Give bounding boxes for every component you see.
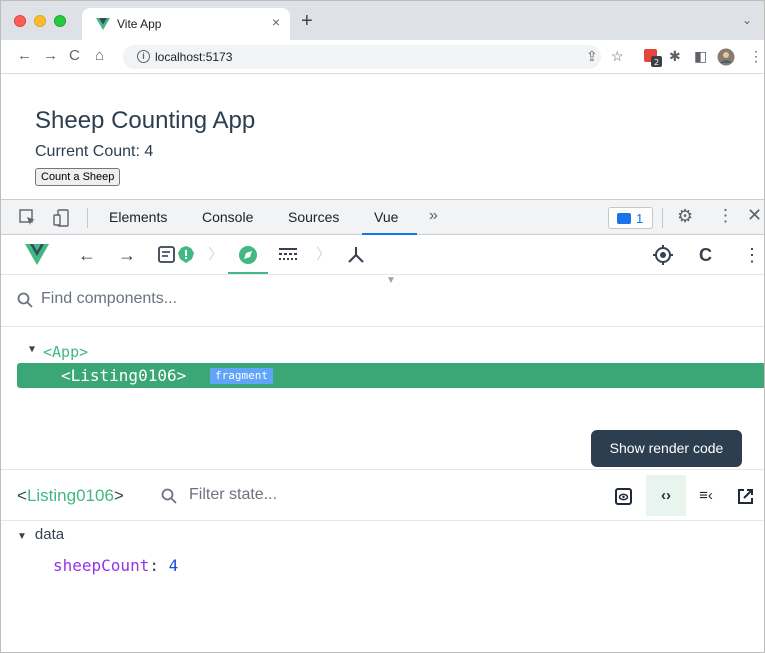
tab-strip: Vite App × + ⌄ xyxy=(1,1,764,40)
close-tab-icon[interactable]: × xyxy=(272,14,280,30)
tab-console[interactable]: Console xyxy=(202,209,253,225)
devtools-menu-icon[interactable]: ⋮ xyxy=(717,206,734,226)
tree-node-label: <App> xyxy=(43,343,89,361)
search-icon xyxy=(17,292,33,308)
extension-badge-icon[interactable]: 2 xyxy=(644,49,662,67)
refresh-icon[interactable]: C xyxy=(699,245,712,265)
breadcrumb-chevron-icon: 〉 xyxy=(316,246,332,263)
timeline-icon[interactable] xyxy=(278,246,298,264)
tab-search-chevron-icon[interactable]: ⌄ xyxy=(742,13,752,27)
forward-arrow-icon[interactable]: → xyxy=(43,47,58,65)
render-code-tooltip: Show render code xyxy=(591,430,742,467)
more-options-icon[interactable]: ⋮ xyxy=(743,245,761,265)
expand-arrow-icon[interactable]: ▼ xyxy=(29,344,35,355)
state-field-value[interactable]: 4 xyxy=(169,556,179,575)
more-tabs-chevron-icon[interactable]: » xyxy=(429,207,438,225)
vue-devtools-toolbar: ← → 〉 〉 C ⋮ xyxy=(1,235,764,275)
home-icon[interactable]: ⌂ xyxy=(95,47,104,65)
tab-title: Vite App xyxy=(117,17,162,31)
tree-node-app[interactable]: ▼ <App> xyxy=(29,343,88,361)
extensions-puzzle-icon[interactable]: ✱ xyxy=(669,48,681,64)
search-icon xyxy=(161,488,177,504)
open-in-editor-icon[interactable] xyxy=(737,488,754,505)
url-text: localhost:5173 xyxy=(155,50,233,64)
inspect-element-icon[interactable] xyxy=(19,209,37,227)
scroll-to-component-icon[interactable] xyxy=(615,488,632,505)
message-count: 1 xyxy=(636,211,644,226)
tree-node-label: <Listing0106> xyxy=(61,366,187,385)
close-devtools-icon[interactable]: ✕ xyxy=(747,205,762,226)
maximize-window-button[interactable] xyxy=(54,15,66,27)
tree-node-selected[interactable]: <Listing0106> fragment xyxy=(17,363,764,388)
fragment-badge: fragment xyxy=(210,368,273,384)
active-tab-indicator xyxy=(228,272,268,274)
browser-window: Vite App × + ⌄ ← → C ⌂ i localhost:5173 … xyxy=(0,0,765,653)
devtools-tabbar: Elements Console Sources Vue » 1 ⚙ ⋮ ✕ xyxy=(1,199,764,235)
back-arrow-icon[interactable]: ← xyxy=(17,47,32,65)
divider xyxy=(662,208,663,228)
state-section-data[interactable]: ▼ data xyxy=(17,526,64,543)
side-panel-icon[interactable]: ◧ xyxy=(694,48,707,64)
device-toolbar-icon[interactable] xyxy=(53,209,71,227)
state-field-row[interactable]: sheepCount: 4 xyxy=(53,556,178,575)
address-bar[interactable]: i localhost:5173 xyxy=(123,45,601,69)
new-tab-button[interactable]: + xyxy=(301,11,313,31)
collapse-arrow-icon[interactable]: ▼ xyxy=(17,531,27,542)
settings-gear-icon[interactable]: ⚙ xyxy=(677,206,693,227)
close-window-button[interactable] xyxy=(14,15,26,27)
routes-fork-icon[interactable] xyxy=(346,245,366,265)
vue-logo-icon xyxy=(25,244,49,265)
state-section-label: data xyxy=(34,526,65,543)
component-search-bar: ▼ xyxy=(1,275,764,327)
site-info-icon[interactable]: i xyxy=(137,50,150,63)
profile-avatar[interactable] xyxy=(717,48,735,66)
bookmark-star-icon[interactable]: ☆ xyxy=(611,48,624,64)
find-components-input[interactable] xyxy=(41,290,441,308)
browser-toolbar: ← → C ⌂ i localhost:5173 ⇪ ☆ 2 ✱ ◧ ⋮ xyxy=(1,40,764,74)
breadcrumb-chevron-icon: 〉 xyxy=(208,246,224,263)
state-field-key: sheepCount xyxy=(53,556,150,575)
current-count-text: Current Count: 4 xyxy=(35,143,154,160)
svg-text:2: 2 xyxy=(654,58,659,67)
kebab-menu-icon[interactable]: ⋮ xyxy=(749,48,763,64)
forward-arrow-icon[interactable]: → xyxy=(118,245,136,265)
vue-logo-icon xyxy=(96,18,110,30)
tab-sources[interactable]: Sources xyxy=(288,209,339,225)
share-icon[interactable]: ⇪ xyxy=(586,48,598,64)
components-compass-icon[interactable] xyxy=(238,245,258,265)
inspector-header: <Listing0106> ‹› ≡‹ xyxy=(1,469,764,521)
inspect-dom-icon[interactable]: ≡‹ xyxy=(693,483,719,509)
count-sheep-button[interactable]: Count a Sheep xyxy=(35,168,121,186)
select-component-target-icon[interactable] xyxy=(653,245,673,265)
browser-tab[interactable]: Vite App × xyxy=(82,8,290,40)
show-render-code-icon[interactable]: ‹› xyxy=(653,483,679,509)
message-icon xyxy=(617,213,631,224)
resize-handle-icon[interactable]: ▼ xyxy=(386,275,396,286)
inspected-component-name: <Listing0106> xyxy=(17,486,124,505)
divider xyxy=(87,208,88,228)
state-field-colon: : xyxy=(149,556,159,575)
tab-elements[interactable]: Elements xyxy=(109,209,167,225)
reload-icon[interactable]: C xyxy=(69,47,80,65)
back-arrow-icon[interactable]: ← xyxy=(78,245,96,265)
minimize-window-button[interactable] xyxy=(34,15,46,27)
filter-state-input[interactable] xyxy=(189,486,489,504)
tab-vue[interactable]: Vue xyxy=(374,209,398,225)
app-selector-icon[interactable] xyxy=(158,246,198,264)
page-title: Sheep Counting App xyxy=(35,107,256,134)
messages-badge[interactable]: 1 xyxy=(608,207,653,229)
